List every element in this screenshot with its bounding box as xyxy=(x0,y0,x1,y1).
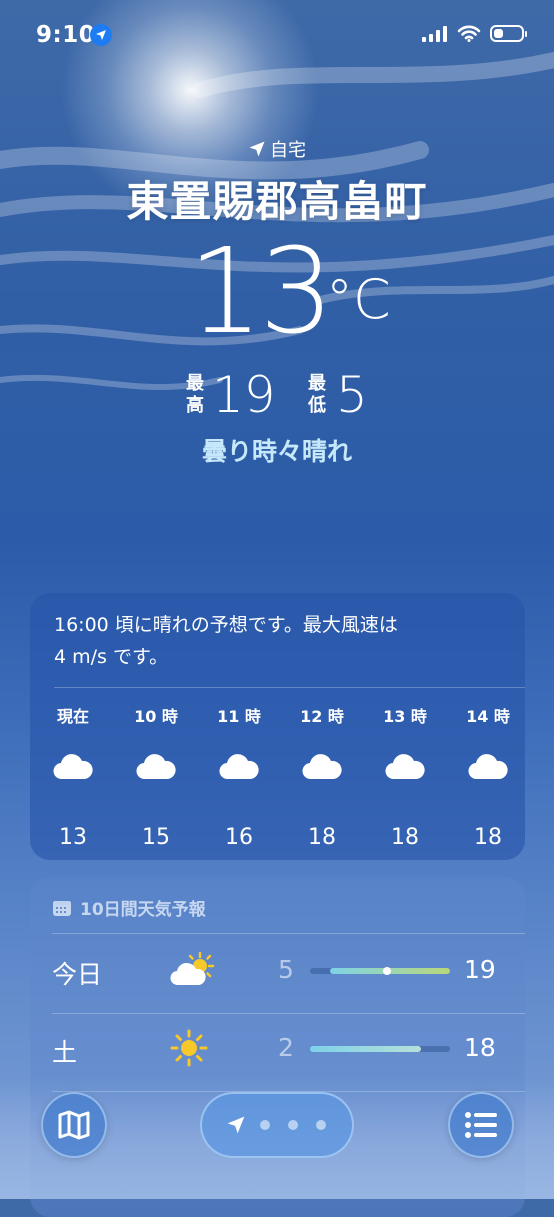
hour-label: 13 時 xyxy=(383,707,427,726)
map-icon xyxy=(58,1110,90,1140)
location-arrow-icon xyxy=(227,1116,245,1134)
current-temp-marker xyxy=(383,967,391,975)
cloud-icon xyxy=(121,753,191,789)
low-temp: 5 xyxy=(336,366,368,424)
forecast-high: 19 xyxy=(464,955,496,984)
forecast-high: 18 xyxy=(464,1033,496,1062)
low-label: 最低 xyxy=(308,373,326,416)
hour-temp: 15 xyxy=(142,825,170,850)
current-weather: 自宅 東置賜郡高畠町 xyxy=(0,136,554,229)
forecast-day: 土 xyxy=(52,1038,78,1067)
battery-icon xyxy=(490,25,527,42)
cellular-signal-icon xyxy=(422,25,447,42)
hourly-item: 12 時 18 xyxy=(287,703,357,850)
hour-label: 11 時 xyxy=(217,707,261,726)
map-button[interactable] xyxy=(41,1092,107,1158)
forecast-low: 5 xyxy=(278,955,294,984)
hourly-item: 現在 13 xyxy=(38,703,108,850)
list-icon xyxy=(465,1112,497,1138)
current-temperature-block: 13 °C xyxy=(0,232,554,372)
hour-temp: 16 xyxy=(225,825,253,850)
weather-condition: 曇り時々晴れ xyxy=(201,437,352,466)
calendar-icon xyxy=(53,900,71,916)
hour-label: 現在 xyxy=(56,707,89,726)
cloud-icon xyxy=(38,753,108,789)
cloud-icon xyxy=(204,753,274,789)
divider xyxy=(52,933,525,934)
page-indicator[interactable] xyxy=(200,1092,354,1158)
hour-label: 14 時 xyxy=(466,707,510,726)
page-dot[interactable] xyxy=(260,1120,270,1130)
home-label: 自宅 xyxy=(270,140,306,161)
temperature-range-bar xyxy=(310,967,450,975)
high-label: 最高 xyxy=(186,373,204,416)
temperature-range-fill xyxy=(310,1046,421,1052)
ten-day-header: 10日間天気予報 xyxy=(52,895,206,920)
current-temperature: 13 xyxy=(188,222,334,360)
sun-icon xyxy=(170,1029,208,1071)
ten-day-header-label: 10日間天気予報 xyxy=(80,900,206,920)
page-dot[interactable] xyxy=(288,1120,298,1130)
status-time: 9:10 xyxy=(36,22,96,48)
forecast-summary: 16:00 頃に晴れの予想です。最大風速は 4 m/s です。 xyxy=(54,609,503,673)
hour-label: 10 時 xyxy=(134,707,178,726)
hourly-forecast-card[interactable]: 16:00 頃に晴れの予想です。最大風速は 4 m/s です。 現在 13 10 時… xyxy=(30,593,525,860)
forecast-row[interactable]: 今日 5 19 xyxy=(30,935,525,1011)
wifi-icon xyxy=(457,25,481,42)
page-dot[interactable] xyxy=(316,1120,326,1130)
hour-temp: 18 xyxy=(391,825,419,850)
high-temp: 19 xyxy=(212,366,276,424)
cloud-icon xyxy=(287,753,357,789)
hour-label: 12 時 xyxy=(300,707,344,726)
location-arrow-icon xyxy=(90,24,112,46)
hourly-item: 11 時 16 xyxy=(204,703,274,850)
summary-line-1: 16:00 頃に晴れの予想です。最大風速は xyxy=(54,614,398,636)
cloud-icon xyxy=(453,753,523,789)
status-bar: 9:10 xyxy=(0,0,554,70)
hour-temp: 18 xyxy=(474,825,502,850)
cloud-icon xyxy=(370,753,440,789)
home-location-label: 自宅 xyxy=(0,136,554,162)
divider xyxy=(54,687,525,688)
temperature-range-bar xyxy=(310,1046,450,1052)
hourly-item: 10 時 15 xyxy=(121,703,191,850)
city-list-button[interactable] xyxy=(448,1092,514,1158)
high-low-temps: 最高 19 最低 5 xyxy=(0,370,554,426)
location-arrow-icon xyxy=(249,141,265,157)
city-name: 東置賜郡高畠町 xyxy=(126,177,428,226)
hour-temp: 18 xyxy=(308,825,336,850)
temperature-unit: °C xyxy=(326,268,391,331)
forecast-day: 今日 xyxy=(52,960,103,989)
hour-temp: 13 xyxy=(59,825,87,850)
partly-cloudy-icon xyxy=(170,951,216,993)
hourly-item: 13 時 18 xyxy=(370,703,440,850)
forecast-low: 2 xyxy=(278,1033,294,1062)
forecast-row[interactable]: 土 2 18 xyxy=(30,1013,525,1089)
summary-line-2: 4 m/s です。 xyxy=(54,646,169,668)
hourly-item: 14 時 18 xyxy=(453,703,523,850)
